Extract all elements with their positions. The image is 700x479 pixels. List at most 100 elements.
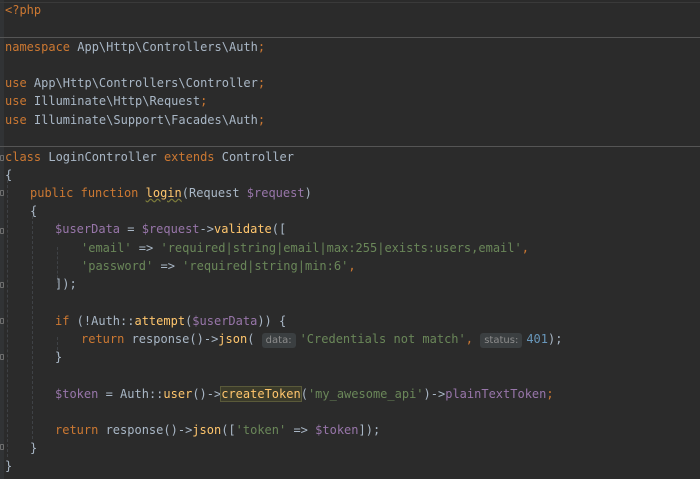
string-email-key: 'email': [81, 241, 132, 255]
function-response: response: [98, 423, 164, 437]
brace-open: {: [30, 204, 38, 218]
method-separator: [0, 146, 700, 147]
var-token: $token: [315, 423, 359, 437]
keyword-function: function: [80, 186, 139, 200]
fat-arrow: =>: [286, 423, 316, 437]
paren-open: (: [247, 332, 255, 346]
editor-gutter[interactable]: [0, 0, 4, 479]
code-line-function[interactable]: public function login(Request $request): [30, 184, 312, 202]
code-line-return-token[interactable]: return response()->json(['token' => $tok…: [55, 421, 380, 439]
method-json: json: [192, 423, 222, 437]
code-line-function-open[interactable]: {: [30, 202, 37, 220]
brace-close: }: [55, 350, 63, 364]
code-line-class[interactable]: class LoginController extends Controller: [5, 148, 294, 166]
code-line-return-error[interactable]: return response()->json( data: 'Credentia…: [81, 330, 562, 348]
param-type: Request: [188, 186, 247, 200]
code-line-class-close[interactable]: }: [5, 457, 12, 475]
if-cond-close: )) {: [257, 314, 287, 328]
keyword-if: if: [55, 314, 70, 328]
fold-marker-icon[interactable]: [0, 444, 4, 450]
call-open: (): [163, 423, 178, 437]
function-name-login: login: [145, 186, 182, 200]
double-colon: ::: [120, 314, 135, 328]
auth-class: Auth: [120, 387, 149, 401]
keyword-return: return: [55, 423, 99, 437]
fat-arrow: =>: [153, 259, 183, 273]
code-editor[interactable]: <?php namespace App\Http\Controllers\Aut…: [0, 0, 700, 479]
fold-marker-icon[interactable]: [0, 354, 4, 360]
method-validate: validate: [213, 222, 272, 236]
arrow: ->: [206, 387, 222, 401]
arrow: ->: [430, 387, 446, 401]
paren-open: (: [300, 387, 308, 401]
json-close: ]);: [358, 423, 381, 437]
property-plainTextToken: plainTextToken: [445, 387, 547, 401]
call-open: (): [192, 387, 207, 401]
fold-marker-icon[interactable]: [0, 155, 4, 161]
comma: ,: [465, 332, 473, 346]
paren-open: (: [181, 186, 189, 200]
code-line-validate-close[interactable]: ]);: [55, 275, 77, 293]
comma: ,: [348, 259, 356, 273]
code-line-token[interactable]: $token = Auth::user()->createToken('my_a…: [55, 385, 554, 403]
code-line-namespace[interactable]: namespace App\Http\Controllers\Auth;: [5, 38, 265, 56]
keyword-use: use: [5, 113, 27, 127]
indent-guide: [7, 175, 8, 457]
string-token-key: 'token': [235, 423, 287, 437]
code-line-function-close[interactable]: }: [30, 439, 37, 457]
code-line-validate[interactable]: $userData = $request->validate([: [55, 220, 286, 238]
semicolon: ;: [257, 40, 266, 54]
fold-marker-icon[interactable]: [0, 190, 4, 196]
parent-class: Controller: [214, 150, 295, 164]
code-line-class-open[interactable]: {: [5, 166, 12, 184]
fold-marker-icon[interactable]: [0, 228, 4, 234]
php-open-tag: <?php: [5, 3, 42, 17]
keyword-use: use: [5, 94, 27, 108]
string-api-name: 'my_awesome_api': [307, 387, 424, 401]
fold-marker-icon[interactable]: [0, 318, 4, 324]
keyword-namespace: namespace: [5, 40, 71, 54]
call-open: (): [189, 332, 204, 346]
keyword-use: use: [5, 76, 27, 90]
call-end: );: [548, 332, 563, 346]
code-line-email-rule[interactable]: 'email' => 'required|string|email|max:25…: [81, 239, 529, 257]
var-request: $request: [141, 222, 200, 236]
keyword-public: public: [30, 186, 74, 200]
brace-close: }: [30, 441, 38, 455]
code-line-use-2[interactable]: use Illuminate\Http\Request;: [5, 92, 207, 110]
function-response: response: [124, 332, 190, 346]
double-colon: ::: [148, 387, 164, 401]
arrow: ->: [203, 332, 219, 346]
semicolon: ;: [257, 113, 266, 127]
string-password-rule: 'required|string|min:6': [182, 259, 349, 273]
namespace-path: App\Http\Controllers\Auth: [70, 40, 258, 54]
method-attempt: attempt: [134, 314, 186, 328]
code-line-use-1[interactable]: use App\Http\Controllers\Controller;: [5, 74, 265, 92]
code-line-if-close[interactable]: }: [55, 348, 62, 366]
arrow: ->: [199, 222, 214, 236]
var-userData: $userData: [192, 314, 258, 328]
var-userData: $userData: [55, 222, 121, 236]
use-path: Illuminate\Support\Facades\Auth: [26, 113, 258, 127]
method-user: user: [163, 387, 193, 401]
string-credentials: 'Credentials not match': [299, 332, 466, 346]
keyword-class: class: [5, 150, 42, 164]
json-open: ([: [221, 423, 236, 437]
semicolon: ;: [546, 387, 554, 401]
assign: =: [120, 222, 142, 236]
code-line-password-rule[interactable]: 'password' => 'required|string|min:6',: [81, 257, 356, 275]
string-password-key: 'password': [81, 259, 154, 273]
code-line-if[interactable]: if (!Auth::attempt($userData)) {: [55, 312, 286, 330]
code-line-use-3[interactable]: use Illuminate\Support\Facades\Auth;: [5, 111, 265, 129]
fold-marker-icon[interactable]: [0, 282, 4, 288]
brace-open: {: [5, 168, 13, 182]
var-request: $request: [246, 186, 305, 200]
var-token: $token: [55, 387, 99, 401]
method-json: json: [218, 332, 248, 346]
class-name: LoginController: [41, 150, 164, 164]
code-line-1[interactable]: <?php: [5, 1, 41, 19]
if-cond-open: (!Auth: [69, 314, 121, 328]
open-bracket: ([: [271, 222, 287, 236]
string-email-rule: 'required|string|email|max:255|exists:us…: [160, 241, 522, 255]
arrow: ->: [177, 423, 193, 437]
